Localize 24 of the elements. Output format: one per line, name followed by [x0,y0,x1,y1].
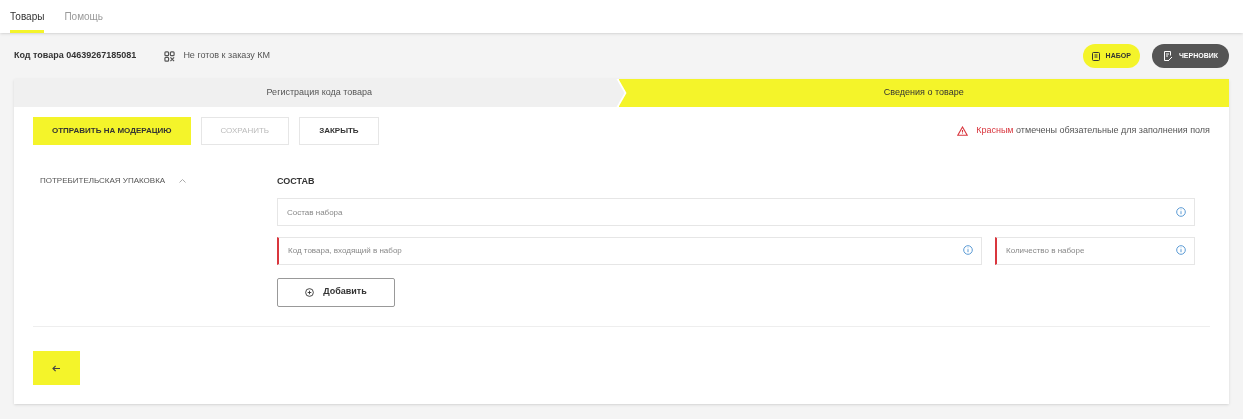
submit-button[interactable]: ОТПРАВИТЬ НА МОДЕРАЦИЮ [33,117,191,145]
input-field[interactable]: Состав набора [277,198,1195,226]
product-code: Код товара 04639267185081 [14,49,137,63]
nav-tab[interactable]: Товары [10,0,45,33]
info-icon [963,245,973,255]
input-field[interactable]: Код товара, входящий в набор [277,236,982,265]
arrow-left-icon [52,364,61,372]
add-button[interactable]: Добавить [277,277,395,307]
stepper-step[interactable]: Сведения о товаре [618,79,1229,107]
status-text: Не готов к заказу КМ [183,49,270,63]
section-title: СОСТАВ [277,175,316,188]
action-button[interactable]: ЗАКРЫТЬ [299,117,379,145]
stepper-step[interactable]: Регистрация кода товара [14,79,625,107]
sidebar-item[interactable]: ПОТРЕБИТЕЛЬСКАЯ УПАКОВКА [40,175,187,187]
edit-document-icon [1162,51,1173,61]
back-button[interactable] [33,351,80,385]
info-icon [1176,245,1186,255]
info-icon [1176,206,1186,217]
required-fields-note: Красным отмечены обязательные для заполнения поля [976,124,1210,138]
input-field[interactable]: Количество в наборе [995,236,1195,265]
qr-icon [164,50,176,62]
document-icon [1091,51,1100,61]
plus-circle-icon [305,287,315,297]
warning-icon [957,126,969,136]
